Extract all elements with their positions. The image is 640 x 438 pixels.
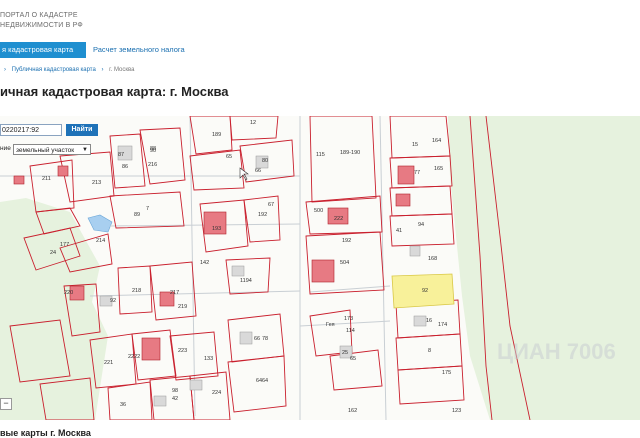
cadastral-map[interactable]: 189 12 90 65 80 66 87 88 216 86 211 213 7 89 214 177 24 1…	[0, 116, 640, 420]
parcel-number-label: 16	[426, 318, 432, 324]
parcel-number-label: 211	[42, 176, 51, 182]
breadcrumb-separator: ›	[4, 67, 6, 73]
parcel-number-label: 42	[172, 396, 178, 402]
parcel-number-label: 92	[422, 288, 428, 294]
parcel-number-label: 66	[254, 336, 260, 342]
grey-buildings	[99, 145, 427, 407]
parcel-number-label: 175	[442, 370, 451, 376]
object-type-label: ние	[0, 145, 11, 152]
parcel-number-label: 12	[250, 120, 256, 126]
parcel-number-label: 224	[212, 390, 221, 396]
parcel-number-label: 15	[412, 142, 418, 148]
parcel-number-label: 165	[434, 166, 443, 172]
find-button[interactable]: Найти	[66, 124, 98, 136]
parcel-number-label: 133	[204, 356, 213, 362]
parcel-number-label: 217	[170, 290, 179, 296]
parcel-number-label: 2222	[128, 354, 140, 360]
parcel-number-label: 222	[334, 216, 343, 222]
parcel-number-label: 220	[64, 290, 73, 296]
map-canvas[interactable]: 1891290658066878821686211213789214177241…	[0, 116, 640, 420]
chevron-down-icon: ▼	[82, 147, 88, 153]
parcel-number-label: 88	[150, 146, 156, 152]
cadastral-number-input[interactable]: 0220217:92	[0, 124, 62, 136]
parcel-number-label: 115	[316, 152, 325, 158]
parcel-number-label: 214	[96, 238, 105, 244]
parcel-number-label: 36	[120, 402, 126, 408]
parcel-number-label: 114	[346, 328, 355, 334]
object-type-select[interactable]: земельный участок ▼	[13, 144, 91, 155]
parcel-number-label: 8	[428, 348, 431, 354]
parcel-number-label: 168	[428, 256, 437, 262]
brand-line-2: НЕДВИЖИМОСТИ В РФ	[0, 22, 83, 29]
breadcrumb-separator: ›	[101, 67, 104, 73]
parcel-number-label: 25	[342, 350, 348, 356]
parcel-number-label: 216	[148, 162, 157, 168]
zoom-out-button[interactable]: −	[0, 398, 12, 410]
parcel-number-label: 89	[134, 212, 140, 218]
parcel-number-label: 65	[226, 154, 232, 160]
page-title: ичная кадастровая карта: г. Москва	[0, 84, 229, 99]
parcel-number-label: 174	[438, 322, 447, 328]
parcel-number-label: 221	[104, 360, 113, 366]
parcel-number-label: 41	[396, 228, 402, 234]
parcel-number-label: 66	[255, 168, 261, 174]
parcel-number-label: 213	[92, 180, 101, 186]
parcel-number-label: 173	[344, 316, 353, 322]
parcel-number-label: 24	[50, 250, 56, 256]
parcel-number-label: 142	[200, 260, 209, 266]
parcel-number-label: 78	[262, 336, 268, 342]
watermark: ЦИАН 7006	[497, 339, 616, 364]
breadcrumb-current: г. Москва	[109, 67, 135, 73]
parcel-number-label: 94	[418, 222, 424, 228]
section-title: вые карты г. Москва	[0, 428, 91, 438]
parcel-number-label: 87	[118, 152, 124, 158]
parcel-number-label: 223	[178, 348, 187, 354]
parcel-number-label: 177	[60, 242, 69, 248]
parcel-number-label: 77	[414, 170, 420, 176]
brand-line-1: ПОРТАЛ О КАДАСТРЕ	[0, 12, 78, 19]
parcel-number-label: 500	[314, 208, 323, 214]
tab-land-tax[interactable]: Расчет земельного налога	[93, 42, 185, 58]
parcel-number-label: 219	[178, 304, 187, 310]
breadcrumb-link-map[interactable]: Публичная кадастровая карта	[12, 67, 96, 73]
parcel-number-label: 65	[350, 356, 356, 362]
parcel-number-label: 189	[212, 132, 221, 138]
site-header: ПОРТАЛ О КАДАСТРЕ НЕДВИЖИМОСТИ В РФ	[0, 0, 640, 40]
parcel-number-label: 189-190	[340, 150, 360, 156]
parcel-number-label: 162	[348, 408, 357, 414]
pond	[87, 214, 113, 233]
parcel-number-label: 86	[122, 164, 128, 170]
parcel-number-label: 192	[342, 238, 351, 244]
parcel-number-label: Гея	[326, 322, 335, 328]
parcel-number-label: 92	[110, 298, 116, 304]
object-type-value: земельный участок	[16, 147, 75, 154]
parcel-number-label: 98	[172, 388, 178, 394]
parcel-number-label: 193	[212, 226, 221, 232]
parcel-number-label: 67	[268, 202, 274, 208]
tab-cadastral-map[interactable]: я кадастровая карта	[0, 42, 86, 58]
parcel-number-label: 164	[432, 138, 441, 144]
green-area-right	[448, 116, 640, 420]
parcel-number-label: 64	[262, 378, 268, 384]
parcel-number-label: 1194	[240, 278, 252, 284]
parcel-number-label: 123	[452, 408, 461, 414]
site-brand[interactable]: ПОРТАЛ О КАДАСТРЕ НЕДВИЖИМОСТИ В РФ	[0, 11, 83, 31]
breadcrumb: › Публичная кадастровая карта › г. Москв…	[0, 67, 134, 73]
parcel-number-label: 80	[262, 158, 268, 164]
parcel-number-label: 192	[258, 212, 267, 218]
parcel-number-label: 218	[132, 288, 141, 294]
parcel-number-label: 504	[340, 260, 349, 266]
parcel-number-label: 7	[146, 206, 149, 212]
